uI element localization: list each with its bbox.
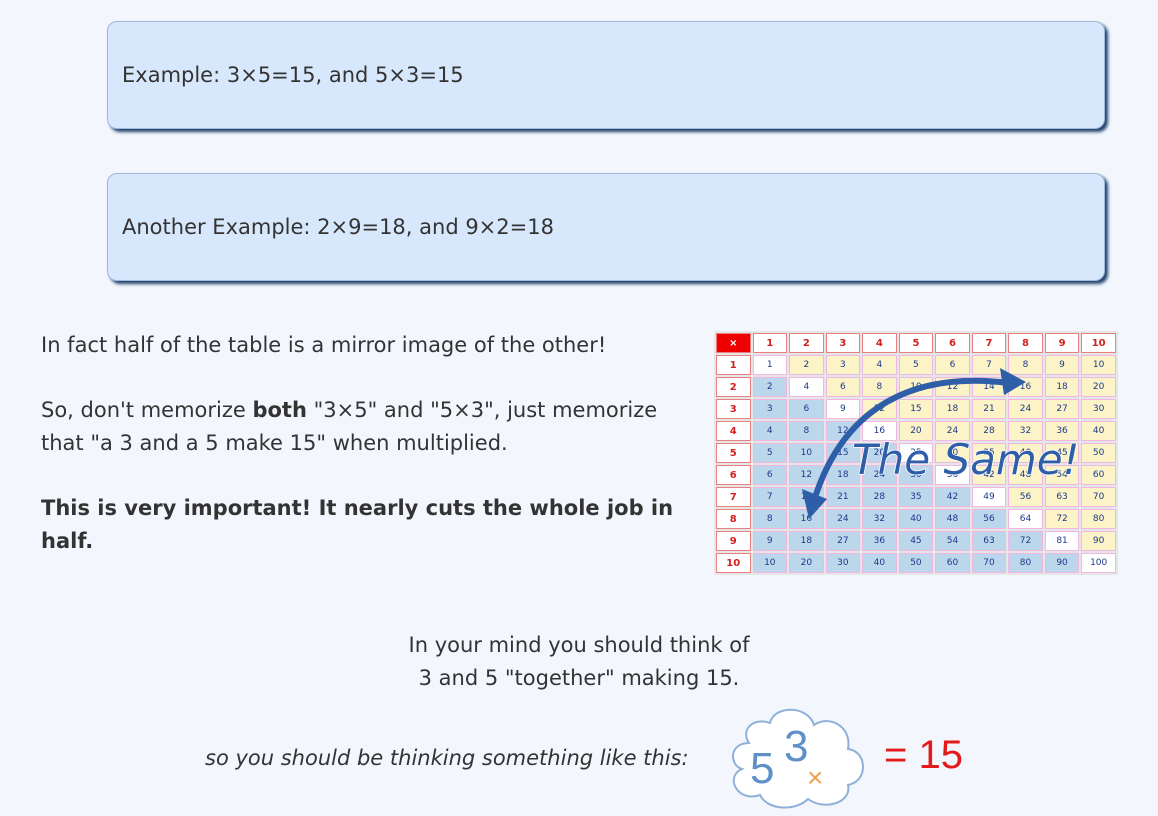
example-box-1: Example: 3×5=15, and 5×3=15 — [107, 21, 1105, 129]
the-same-label: The Same! — [852, 435, 1079, 484]
the-same-overlay: The Same! — [802, 368, 1080, 519]
mind-line-1: In your mind you should think of — [408, 633, 750, 657]
multiplication-table-image: × 1 2 3 4 5 6 7 8 9 10 1 1 2 3 4 5 6 7 8 9 10 2 2 4 6 8 10 12 14 16 18 2… — [714, 331, 1118, 575]
cloud-times: × — [807, 762, 823, 793]
arrow-head-right-icon — [1000, 368, 1026, 395]
cloud-five: 5 — [750, 744, 774, 793]
advice-bold: both — [252, 398, 307, 422]
cloud-three: 3 — [784, 722, 808, 771]
memorize-advice: So, don't memorize both "3×5" and "5×3",… — [41, 394, 706, 460]
mirror-statement: In fact half of the table is a mirror im… — [41, 333, 607, 357]
thought-cloud-icon: 5 3 × — [732, 708, 864, 809]
important-note: This is very important! It nearly cuts t… — [41, 496, 674, 553]
example-text-2: Another Example: 2×9=18, and 9×2=18 — [122, 215, 554, 239]
thinking-label: so you should be thinking something like… — [205, 746, 689, 770]
example-box-2: Another Example: 2×9=18, and 9×2=18 — [107, 173, 1105, 281]
mind-line-2: 3 and 5 "together" making 15. — [418, 666, 740, 690]
advice-pre: So, don't memorize — [41, 398, 253, 422]
example-text-1: Example: 3×5=15, and 5×3=15 — [122, 63, 464, 87]
equals-fifteen: = 15 — [884, 733, 963, 777]
